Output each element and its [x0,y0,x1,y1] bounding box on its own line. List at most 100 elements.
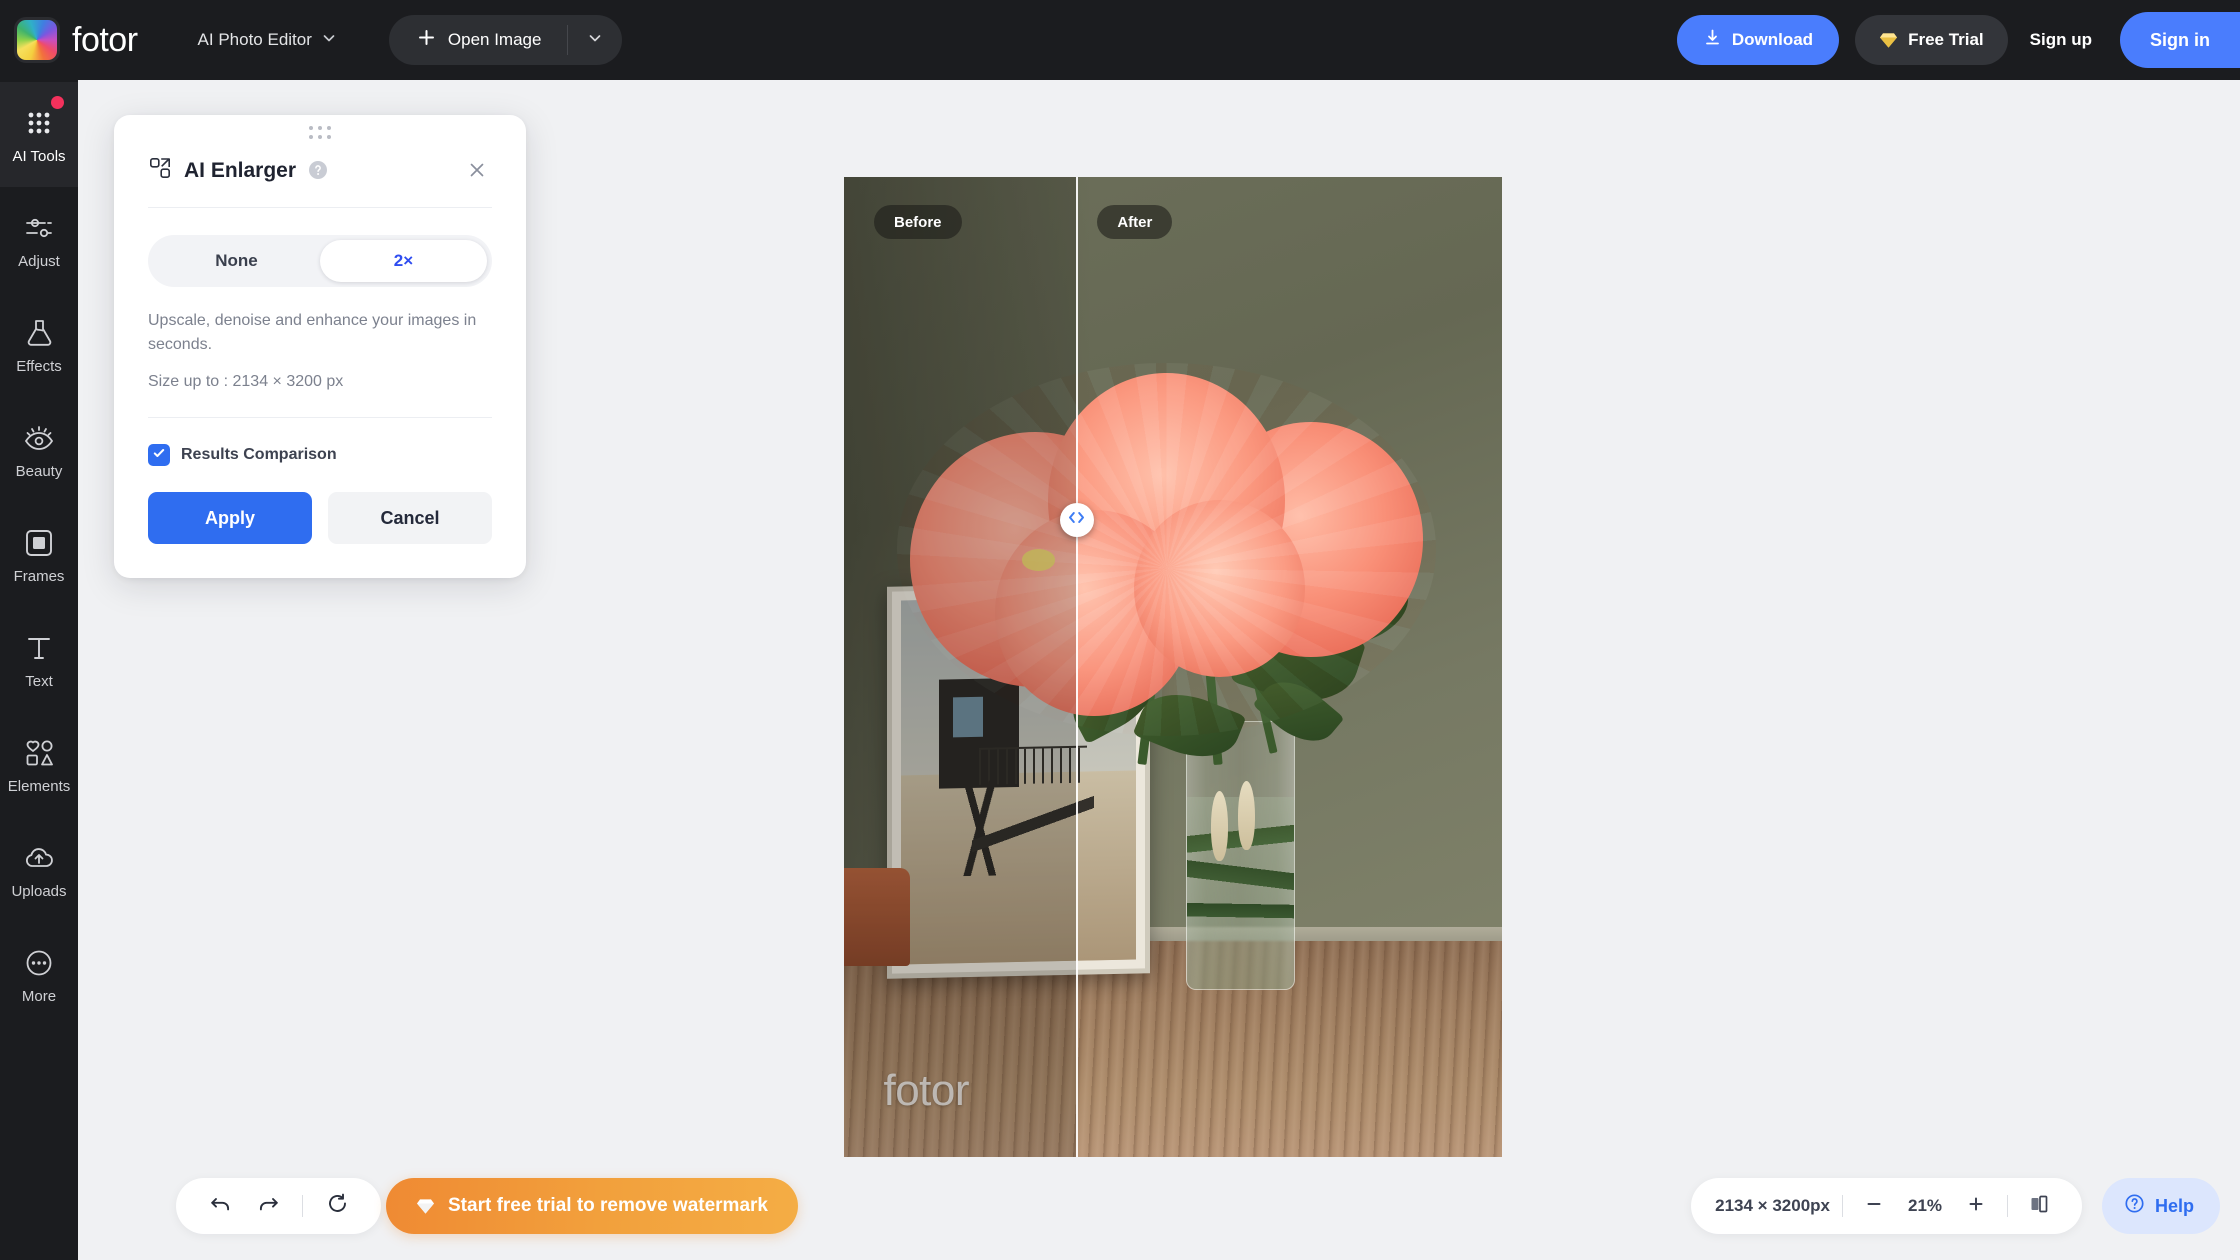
ellipsis-circle-icon [22,946,56,980]
fotor-watermark: fotor [883,1065,970,1115]
sliders-icon [22,211,56,245]
cloud-upload-icon [22,841,56,875]
ai-enlarger-panel: AI Enlarger None 2× Upscale, denoise and… [114,115,526,578]
help-button[interactable]: Help [2101,1178,2220,1234]
panel-drag-handle[interactable] [148,115,492,149]
header-actions: Download Free Trial Sign up Sign in [1676,12,2240,68]
photo-glass-vase [1186,720,1295,991]
sidebar-item-label: More [21,987,57,1005]
reset-button[interactable] [315,1184,359,1228]
free-trial-button[interactable]: Free Trial [1855,15,2008,65]
frame-square-icon [22,526,56,560]
close-icon[interactable] [462,155,492,185]
plus-icon [1967,1195,1985,1218]
fotor-editor-app: fotor AI Photo Editor Open Image Downloa… [0,0,2240,1260]
diamond-icon [416,1198,435,1215]
sidebar-item-adjust[interactable]: Adjust [0,187,78,292]
after-label-tag: After [1097,205,1173,239]
undo-arrow-icon [209,1192,232,1220]
fotor-color-wheel-logo-icon [14,17,60,63]
ai-enlarger-icon [148,156,172,185]
scale-segmented-control[interactable]: None 2× [148,235,492,287]
redo-button[interactable] [246,1184,290,1228]
history-toolbar [176,1178,381,1234]
apply-button[interactable]: Apply [148,492,312,544]
plus-icon [417,28,436,52]
divider [2007,1195,2008,1217]
chevron-down-icon [321,30,337,51]
scale-option-none[interactable]: None [153,240,320,282]
panel-description: Upscale, denoise and enhance your images… [148,312,477,353]
help-label: Help [2154,1195,2194,1216]
sidebar-item-effects[interactable]: Effects [0,292,78,397]
sidebar-item-label: Effects [16,357,62,375]
free-trial-label: Free Trial [1908,30,1984,49]
brand-logo-group[interactable]: fotor [14,17,138,63]
divider [1842,1195,1843,1217]
shapes-icon [22,736,56,770]
sidebar-item-label: Adjust [18,252,60,270]
app-header: fotor AI Photo Editor Open Image Downloa… [0,0,2240,80]
grid-dots-icon [22,106,56,140]
drag-handle-dots-icon [309,125,331,139]
question-circle-icon[interactable] [308,160,328,180]
panel-divider [148,417,492,418]
comparison-split-line [1075,177,1078,1157]
scale-option-2x[interactable]: 2× [320,240,487,282]
sign-up-button[interactable]: Sign up [2024,30,2098,50]
sign-in-button[interactable]: Sign in [2120,12,2240,68]
cancel-button[interactable]: Cancel [328,492,492,544]
panel-max-size-note: Size up to : 2134 × 3200 px [148,373,344,390]
sidebar-item-elements[interactable]: Elements [0,712,78,817]
zoom-toolbar: 2134 × 3200px 21% [1691,1178,2082,1234]
minus-icon [1865,1195,1883,1218]
sidebar-item-ai-tools[interactable]: AI Tools [0,82,78,187]
download-icon [1703,28,1722,52]
app-switcher[interactable]: AI Photo Editor [194,24,341,57]
open-image-button[interactable]: Open Image [389,15,568,65]
left-right-arrows-icon [1067,511,1086,529]
image-dimensions-label: 2134 × 3200px [1715,1196,1830,1215]
download-button[interactable]: Download [1676,15,1840,65]
sidebar-item-label: Frames [13,567,65,585]
zoom-level-label: 21% [1907,1196,1943,1215]
image-preview-stage[interactable]: fotor Before After [844,177,1502,1157]
undo-button[interactable] [198,1184,242,1228]
compare-view-button[interactable] [2020,1187,2058,1225]
open-image-dropdown-button[interactable] [568,15,622,65]
photo-peonies-in-vase: fotor [844,177,1502,1157]
zoom-out-button[interactable] [1855,1187,1893,1225]
sidebar-item-label: Text [25,672,53,690]
sidebar-item-more[interactable]: More [0,922,78,1027]
notification-dot-badge [51,96,64,109]
remove-watermark-cta-button[interactable]: Start free trial to remove watermark [386,1178,798,1234]
divider [302,1195,303,1217]
sidebar-item-label: AI Tools [12,147,66,165]
flask-icon [22,316,56,350]
sidebar-item-frames[interactable]: Frames [0,502,78,607]
comparison-slider-handle[interactable] [1059,503,1094,537]
split-compare-icon [2029,1194,2049,1219]
sidebar-item-label: Beauty [15,462,63,480]
open-image-split-button[interactable]: Open Image [388,15,623,65]
diamond-icon [1879,32,1898,49]
checkmark-icon [152,446,166,465]
eye-icon [22,421,56,455]
photo-terracotta-pot [844,867,910,966]
panel-title: AI Enlarger [184,158,297,182]
sidebar-item-beauty[interactable]: Beauty [0,397,78,502]
results-comparison-checkbox[interactable] [148,444,170,466]
redo-arrow-icon [257,1192,280,1220]
zoom-in-button[interactable] [1957,1187,1995,1225]
panel-actions: Apply Cancel [148,492,492,544]
brand-name: fotor [72,21,138,59]
results-comparison-checkbox-row[interactable]: Results Comparison [148,444,492,466]
results-comparison-label: Results Comparison [181,446,337,463]
sidebar-item-text[interactable]: Text [0,607,78,712]
sidebar-item-uploads[interactable]: Uploads [0,817,78,922]
download-label: Download [1731,30,1814,49]
panel-divider [148,207,492,208]
open-image-label: Open Image [447,30,542,49]
sidebar-item-label: Elements [7,777,71,795]
cta-label: Start free trial to remove watermark [448,1195,768,1216]
